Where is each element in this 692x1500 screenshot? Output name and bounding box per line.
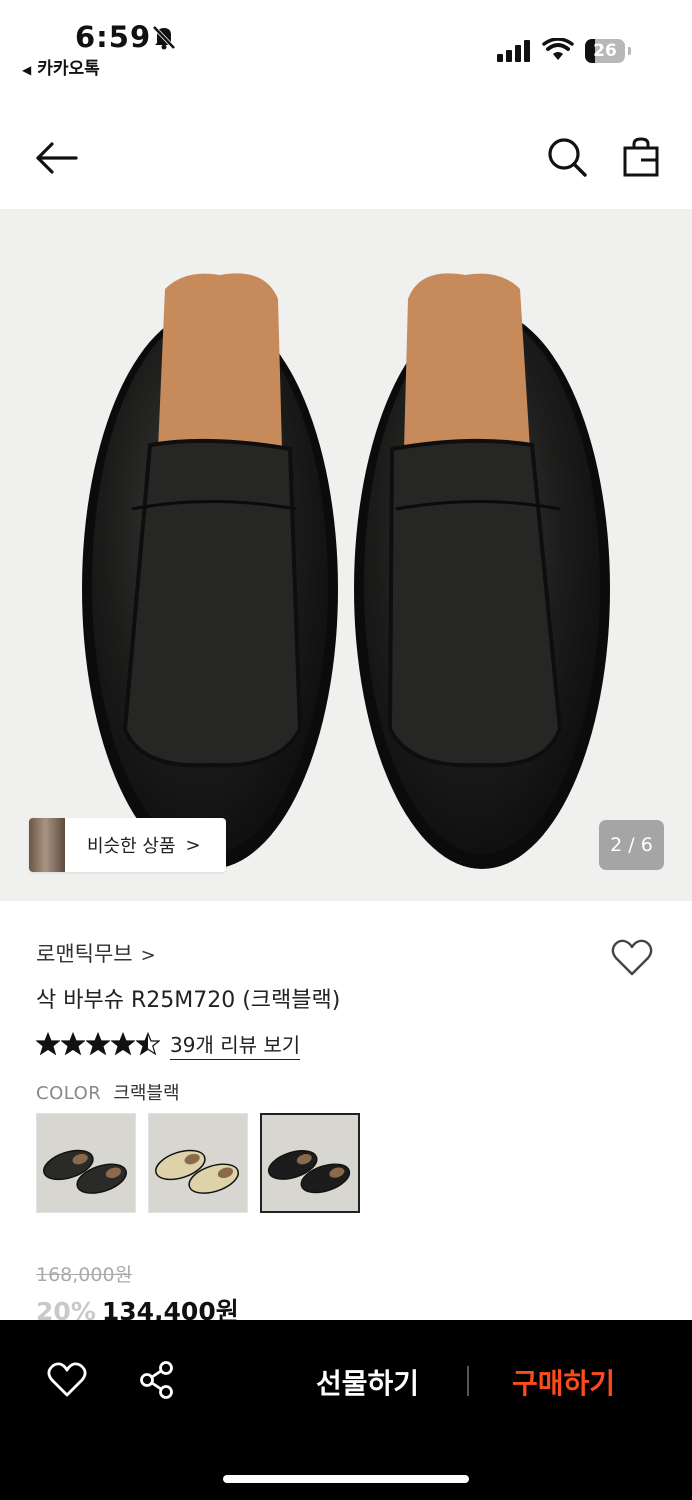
bell-off-icon — [152, 25, 176, 50]
image-counter: 2 / 6 — [599, 820, 664, 870]
color-swatch[interactable] — [36, 1113, 136, 1213]
gift-button[interactable]: 선물하기 — [316, 1362, 419, 1402]
color-swatch[interactable] — [148, 1113, 248, 1213]
status-time: 6:59 — [75, 20, 152, 54]
arrow-left-icon[interactable] — [34, 138, 80, 178]
star-icon — [111, 1032, 135, 1056]
heart-icon[interactable] — [47, 1362, 87, 1398]
star-rating — [36, 1032, 161, 1056]
search-icon[interactable] — [546, 136, 588, 178]
wifi-icon — [542, 38, 574, 60]
star-icon — [36, 1032, 60, 1056]
shopping-bag-icon[interactable] — [622, 136, 660, 178]
color-swatch[interactable] — [260, 1113, 360, 1213]
shoe-thumbnail — [37, 1114, 135, 1212]
cellular-signal-icon — [497, 40, 531, 62]
product-title: 삭 바부슈 R25M720 (크랙블랙) — [36, 988, 341, 1013]
reviews-link[interactable]: 39개 리뷰 보기 — [170, 1029, 301, 1060]
battery-level: 26 — [593, 41, 617, 61]
buy-button[interactable]: 구매하기 — [512, 1362, 615, 1402]
chevron-right-icon: > — [140, 945, 156, 966]
rating-row: 39개 리뷰 보기 — [36, 1029, 301, 1060]
similar-products-label: 비슷한 상품 — [87, 836, 176, 857]
original-price: 168,000원 — [36, 1264, 133, 1286]
brand-link[interactable]: 로맨틱무브 > — [36, 938, 156, 968]
product-image[interactable]: 비슷한 상품 > 2 / 6 — [0, 209, 692, 901]
similar-thumbnail — [29, 818, 65, 872]
back-app-label: 카카오톡 — [37, 59, 100, 79]
star-icon — [86, 1032, 110, 1056]
status-bar: 6:59 ◀ 카카오톡 26 — [0, 0, 692, 80]
battery-icon: 26 — [585, 39, 625, 63]
star-icon — [61, 1032, 85, 1056]
divider — [467, 1366, 469, 1396]
share-icon[interactable] — [138, 1360, 176, 1400]
shoe-thumbnail — [262, 1115, 358, 1211]
heart-icon[interactable] — [611, 938, 653, 978]
color-key: COLOR — [36, 1083, 102, 1104]
brand-name: 로맨틱무브 — [36, 942, 133, 966]
loafers-illustration — [82, 273, 610, 869]
home-indicator — [223, 1475, 469, 1483]
back-to-app-link[interactable]: ◀ 카카오톡 — [22, 54, 100, 79]
color-value: 크랙블랙 — [113, 1083, 180, 1104]
bottom-action-bar: 선물하기 구매하기 — [0, 1320, 692, 1500]
similar-products-button[interactable]: 비슷한 상품 > — [29, 818, 226, 872]
color-label-row: COLOR 크랙블랙 — [36, 1079, 180, 1105]
back-triangle-icon: ◀ — [22, 63, 32, 77]
color-swatches — [36, 1113, 360, 1213]
star-icon — [136, 1032, 160, 1056]
chevron-right-icon: > — [185, 834, 201, 856]
shoe-thumbnail — [149, 1114, 247, 1212]
